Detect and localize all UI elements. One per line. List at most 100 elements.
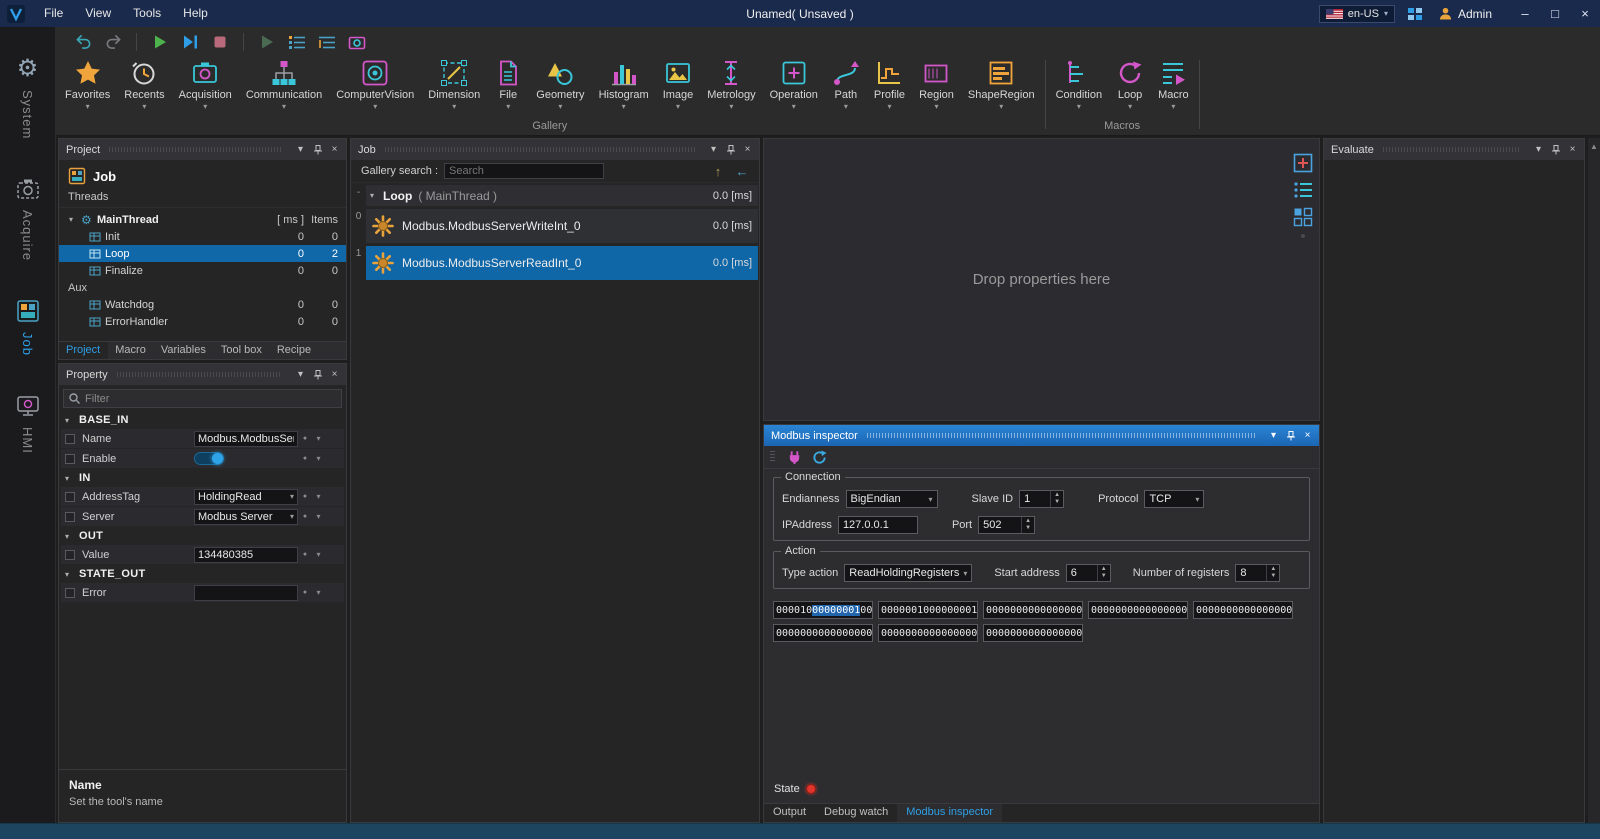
tree-row-errorhandler[interactable]: ErrorHandler 0 0 xyxy=(59,313,346,330)
spin-down-icon[interactable]: ▼ xyxy=(1098,573,1110,580)
chevron-down-icon[interactable]: ▾ xyxy=(312,550,325,559)
register-cell-0[interactable]: 0000100000000100 xyxy=(773,601,873,619)
back-arrow-icon[interactable]: ← xyxy=(733,164,751,179)
list-view-icon[interactable] xyxy=(284,31,310,53)
server-select[interactable]: Modbus Server▾ xyxy=(194,509,298,525)
gallery-item-histogram[interactable]: Histogram ▾ xyxy=(592,56,656,111)
close-icon[interactable]: × xyxy=(1565,142,1580,157)
menu-file[interactable]: File xyxy=(33,0,74,27)
chevron-down-icon[interactable]: ▾ xyxy=(1266,428,1281,443)
type-action-select[interactable]: ReadHoldingRegisters▾ xyxy=(844,564,972,582)
language-select[interactable]: en-US ▾ xyxy=(1319,5,1395,23)
close-icon[interactable]: × xyxy=(740,142,755,157)
tab-recipe[interactable]: Recipe xyxy=(270,342,319,359)
property-list-view-icon[interactable] xyxy=(1293,180,1313,200)
tab-variables[interactable]: Variables xyxy=(154,342,214,359)
chevron-down-icon[interactable]: ▾ xyxy=(293,367,308,382)
error-input[interactable] xyxy=(194,585,298,601)
tab-modbus-inspector[interactable]: Modbus inspector xyxy=(897,804,1002,822)
tree-row-loop[interactable]: Loop 0 2 xyxy=(59,245,346,262)
chevron-down-icon[interactable]: ▾ xyxy=(293,142,308,157)
sidebar-item-acquire[interactable]: Acquire xyxy=(16,177,40,261)
slave-id-spinner[interactable]: 1▲▼ xyxy=(1019,490,1064,508)
spin-down-icon[interactable]: ▼ xyxy=(1267,573,1279,580)
add-property-icon[interactable] xyxy=(1293,153,1313,173)
scroll-up-icon[interactable]: ▲ xyxy=(1590,142,1598,151)
pin-icon[interactable] xyxy=(1548,142,1563,157)
gallery-item-region[interactable]: Region ▾ xyxy=(912,56,961,111)
run-once-icon[interactable] xyxy=(254,31,280,53)
enable-toggle[interactable] xyxy=(194,452,224,465)
start-address-spinner[interactable]: 6▲▼ xyxy=(1066,564,1111,582)
spin-up-icon[interactable]: ▲ xyxy=(1022,518,1034,525)
value-input[interactable] xyxy=(194,547,298,563)
menu-tools[interactable]: Tools xyxy=(122,0,172,27)
gallery-item-acquisition[interactable]: Acquisition ▾ xyxy=(172,56,239,111)
gallery-item-macro[interactable]: Macro ▾ xyxy=(1151,56,1196,111)
loop-group-header[interactable]: ▾ Loop ( MainThread ) 0.0 [ms] xyxy=(366,185,758,206)
checkbox[interactable] xyxy=(65,512,75,522)
job-tool-row-read[interactable]: Modbus.ModbusServerReadInt_0 0.0 [ms] xyxy=(366,246,758,280)
inspect-camera-icon[interactable] xyxy=(344,31,370,53)
gallery-item-favorites[interactable]: Favorites ▾ xyxy=(58,56,117,111)
register-cell-7[interactable]: 0000000000000000 xyxy=(983,624,1083,642)
close-icon[interactable]: × xyxy=(327,142,342,157)
close-button[interactable]: × xyxy=(1570,0,1600,27)
stop-icon[interactable] xyxy=(207,31,233,53)
protocol-select[interactable]: TCP▾ xyxy=(1144,490,1204,508)
tree-row-mainthread[interactable]: ▾ ⚙ MainThread [ ms ] Items xyxy=(59,211,346,228)
addresstag-select[interactable]: HoldingRead▾ xyxy=(194,489,298,505)
redo-icon[interactable] xyxy=(100,31,126,53)
property-filter-input[interactable] xyxy=(85,393,336,405)
sidebar-item-job[interactable]: Job xyxy=(16,299,40,356)
refresh-icon[interactable] xyxy=(812,450,827,465)
chevron-down-icon[interactable]: ▾ xyxy=(706,142,721,157)
pin-icon[interactable] xyxy=(723,142,738,157)
undo-icon[interactable] xyxy=(70,31,96,53)
gallery-item-operation[interactable]: Operation ▾ xyxy=(763,56,825,111)
indent-list-icon[interactable] xyxy=(314,31,340,53)
close-icon[interactable]: × xyxy=(327,367,342,382)
gallery-item-communication[interactable]: Communication ▾ xyxy=(239,56,329,111)
spin-down-icon[interactable]: ▼ xyxy=(1022,525,1034,532)
pin-icon[interactable] xyxy=(1283,428,1298,443)
property-grid-view-icon[interactable] xyxy=(1293,207,1313,227)
chevron-down-icon[interactable]: ▾ xyxy=(312,512,325,521)
gallery-item-metrology[interactable]: Metrology ▾ xyxy=(700,56,762,111)
tab-debug-watch[interactable]: Debug watch xyxy=(815,804,897,822)
gallery-search-input[interactable] xyxy=(444,163,604,179)
tab-output[interactable]: Output xyxy=(764,804,815,822)
chevron-down-icon[interactable]: ▾ xyxy=(312,434,325,443)
checkbox[interactable] xyxy=(65,454,75,464)
job-tool-row-write[interactable]: Modbus.ModbusServerWriteInt_0 0.0 [ms] xyxy=(366,209,758,243)
register-cell-6[interactable]: 0000000000000000 xyxy=(878,624,978,642)
group-in[interactable]: ▾IN xyxy=(59,469,346,487)
gallery-item-dimension[interactable]: Dimension ▾ xyxy=(421,56,487,111)
pin-icon[interactable] xyxy=(310,367,325,382)
gallery-item-image[interactable]: Image ▾ xyxy=(656,56,701,111)
endianness-select[interactable]: BigEndian▾ xyxy=(846,490,938,508)
group-state-out[interactable]: ▾STATE_OUT xyxy=(59,565,346,583)
register-cell-2[interactable]: 0000000000000000 xyxy=(983,601,1083,619)
chevron-down-icon[interactable]: ▾ xyxy=(1531,142,1546,157)
user-button[interactable]: Admin xyxy=(1439,7,1492,21)
tab-macro[interactable]: Macro xyxy=(108,342,154,359)
gallery-item-computervision[interactable]: ComputerVision ▾ xyxy=(329,56,421,111)
tree-row-init[interactable]: Init 0 0 xyxy=(59,228,346,245)
gallery-item-geometry[interactable]: Geometry ▾ xyxy=(529,56,591,111)
group-out[interactable]: ▾OUT xyxy=(59,527,346,545)
gallery-item-recents[interactable]: Recents ▾ xyxy=(117,56,171,111)
close-icon[interactable]: × xyxy=(1300,428,1315,443)
spin-down-icon[interactable]: ▼ xyxy=(1051,499,1063,506)
sidebar-item-hmi[interactable]: HMI xyxy=(16,394,40,454)
register-cell-4[interactable]: 0000000000000000 xyxy=(1193,601,1293,619)
gallery-item-condition[interactable]: Condition ▾ xyxy=(1049,56,1109,111)
gallery-item-shaperegion[interactable]: ShapeRegion ▾ xyxy=(961,56,1042,111)
tree-row-finalize[interactable]: Finalize 0 0 xyxy=(59,262,346,279)
run-icon[interactable] xyxy=(147,31,173,53)
register-cell-1[interactable]: 0000001000000001 xyxy=(878,601,978,619)
tab-project[interactable]: Project xyxy=(59,342,108,359)
tab-toolbox[interactable]: Tool box xyxy=(214,342,270,359)
gallery-item-file[interactable]: File ▾ xyxy=(487,56,529,111)
register-cell-3[interactable]: 0000000000000000 xyxy=(1088,601,1188,619)
